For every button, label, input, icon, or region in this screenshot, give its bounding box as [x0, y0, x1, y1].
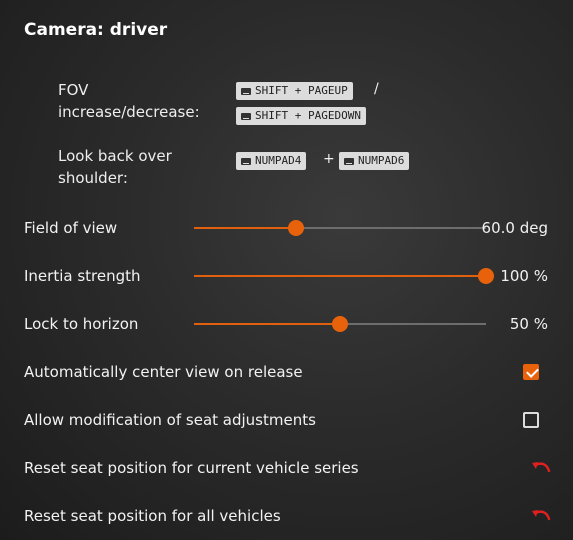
inertia-strength-value: 100 % [500, 267, 548, 285]
key-text: NUMPAD6 [358, 154, 405, 167]
keyboard-icon [241, 112, 251, 120]
fov-label-line2: increase/decrease: [58, 103, 200, 121]
reset-seat-all-label: Reset seat position for all vehicles [24, 507, 281, 525]
key-shift-pagedown[interactable]: SHIFT + PAGEDOWN [236, 107, 366, 125]
inertia-strength-slider[interactable] [194, 268, 494, 284]
key-numpad4[interactable]: NUMPAD4 [236, 152, 307, 170]
field-of-view-label: Field of view [24, 219, 118, 237]
look-back-label-line2: shoulder: [58, 169, 128, 187]
slider-fill [194, 275, 486, 277]
inertia-strength-label: Inertia strength [24, 267, 141, 285]
key-numpad6[interactable]: NUMPAD6 [339, 152, 410, 170]
field-of-view-value: 60.0 deg [481, 219, 548, 237]
slider-knob[interactable] [332, 316, 348, 332]
key-text: SHIFT + PAGEUP [255, 84, 348, 97]
undo-icon[interactable] [530, 509, 552, 525]
keyboard-icon [241, 157, 251, 165]
slider-fill [194, 323, 340, 325]
look-back-keybind-label: Look back over shoulder: [58, 145, 172, 189]
look-back-label-line1: Look back over [58, 147, 172, 165]
fov-label-line1: FOV [58, 81, 89, 99]
auto-center-view-checkbox[interactable] [523, 364, 539, 380]
fov-keybind-label: FOV increase/decrease: [58, 79, 200, 123]
lock-to-horizon-label: Lock to horizon [24, 315, 139, 333]
allow-seat-adjust-label: Allow modification of seat adjustments [24, 411, 316, 429]
reset-seat-current-label: Reset seat position for current vehicle … [24, 459, 359, 477]
auto-center-view-label: Automatically center view on release [24, 363, 303, 381]
lock-to-horizon-slider[interactable] [194, 316, 486, 332]
keyboard-icon [344, 157, 354, 165]
slider-fill [194, 227, 297, 229]
allow-seat-adjust-checkbox[interactable] [523, 412, 539, 428]
slider-knob[interactable] [478, 268, 494, 284]
field-of-view-slider[interactable] [194, 220, 486, 236]
slider-knob[interactable] [288, 220, 305, 236]
key-plus-separator: + [323, 151, 335, 167]
key-separator: / [374, 81, 379, 97]
lock-to-horizon-value: 50 % [509, 315, 548, 333]
key-text: SHIFT + PAGEDOWN [255, 109, 361, 122]
keyboard-icon [241, 87, 251, 95]
key-text: NUMPAD4 [255, 154, 302, 167]
key-shift-pageup[interactable]: SHIFT + PAGEUP [236, 82, 353, 100]
panel-title: Camera: driver [24, 20, 168, 40]
undo-icon[interactable] [530, 461, 552, 477]
